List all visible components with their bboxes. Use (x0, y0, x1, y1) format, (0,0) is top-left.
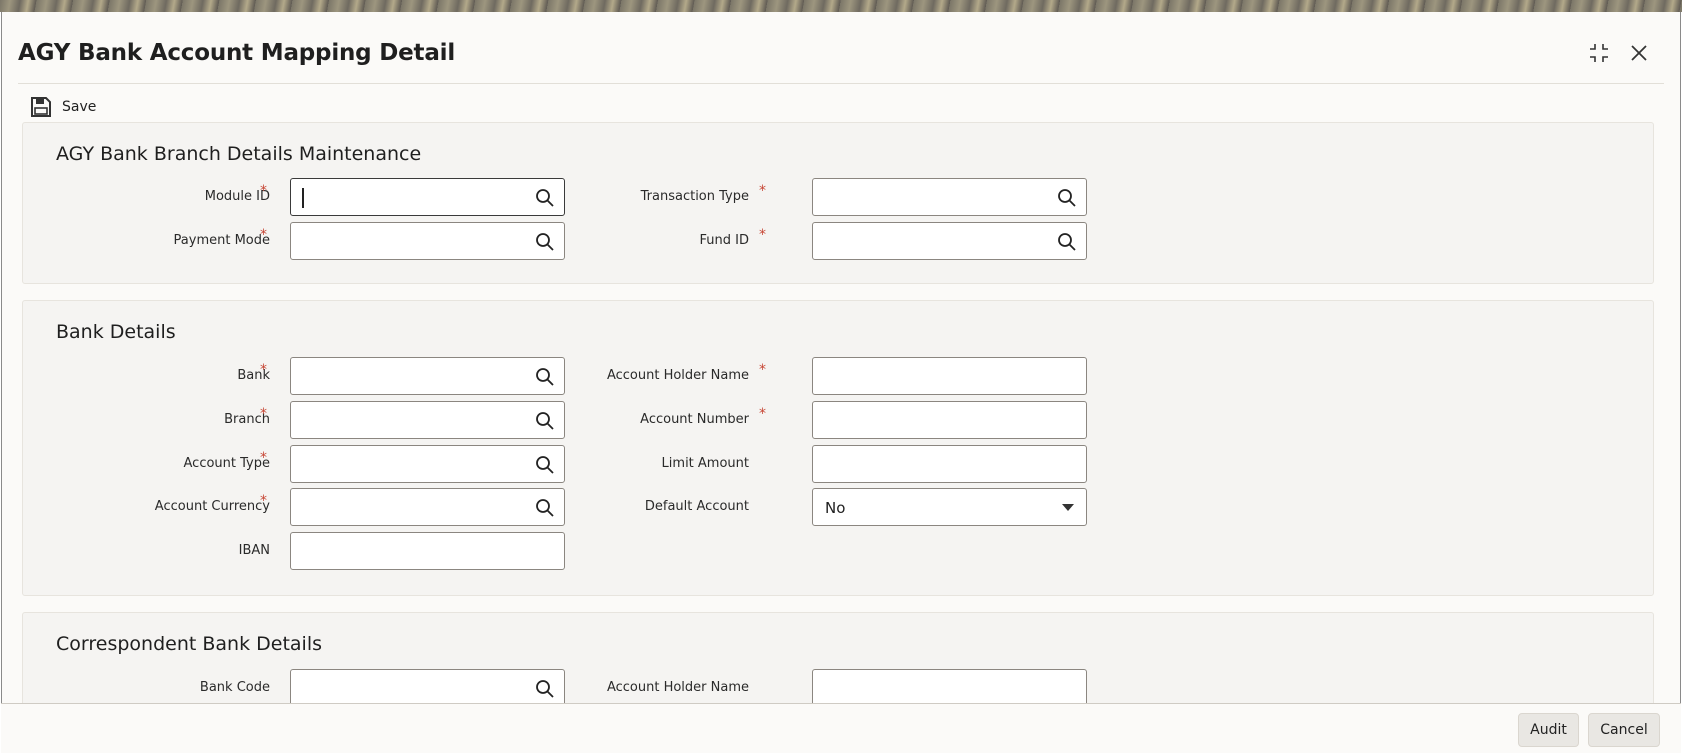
required-marker: * (759, 183, 766, 199)
account-holder-name-label: Account Holder Name (606, 368, 749, 383)
fund-id-input[interactable] (812, 222, 1087, 260)
account-type-input[interactable] (290, 445, 565, 483)
correspondent-account-holder-name-input[interactable] (812, 669, 1087, 707)
branch-details-panel: AGY Bank Branch Details Maintenance Modu… (22, 122, 1654, 284)
top-decorative-strip (0, 0, 1682, 12)
payment-mode-label: Payment Mode (173, 233, 270, 248)
search-icon[interactable] (1057, 232, 1077, 252)
section-title-branch: AGY Bank Branch Details Maintenance (56, 143, 422, 165)
account-type-label: Account Type (183, 456, 270, 471)
account-number-input[interactable] (812, 401, 1087, 439)
audit-button[interactable]: Audit (1518, 713, 1579, 747)
required-marker: * (759, 362, 766, 378)
dialog-window: AGY Bank Account Mapping Detail Save AGY… (1, 12, 1681, 752)
section-title-bank: Bank Details (56, 321, 176, 343)
required-marker: * (260, 227, 267, 243)
payment-mode-input[interactable] (290, 222, 565, 260)
correspondent-account-holder-name-label: Account Holder Name (606, 680, 749, 695)
collapse-icon[interactable] (1588, 42, 1610, 64)
required-marker: * (260, 450, 267, 466)
required-marker: * (260, 362, 267, 378)
account-currency-input[interactable] (290, 488, 565, 526)
transaction-type-input[interactable] (812, 178, 1087, 216)
close-icon[interactable] (1628, 42, 1650, 64)
account-holder-name-input[interactable] (812, 357, 1087, 395)
bank-details-panel: Bank Details Bank * Account Holder Name … (22, 300, 1654, 596)
title-divider (18, 83, 1664, 84)
title-bar-controls (1588, 42, 1650, 64)
branch-input[interactable] (290, 401, 565, 439)
bank-code-input[interactable] (290, 669, 565, 707)
text-caret (302, 188, 304, 208)
search-icon[interactable] (535, 188, 555, 208)
search-icon[interactable] (535, 232, 555, 252)
bank-input[interactable] (290, 357, 565, 395)
module-id-input[interactable] (290, 178, 565, 216)
footer-bar: Audit Cancel (1, 703, 1681, 753)
required-marker: * (759, 406, 766, 422)
cancel-button[interactable]: Cancel (1588, 713, 1660, 747)
bank-code-label: Bank Code (199, 680, 270, 695)
save-label: Save (62, 99, 97, 115)
account-currency-label: Account Currency (154, 499, 270, 514)
limit-amount-input[interactable] (812, 445, 1087, 483)
default-account-select[interactable]: No (812, 488, 1087, 526)
search-icon[interactable] (535, 455, 555, 475)
default-account-value: No (825, 499, 846, 517)
limit-amount-label: Limit Amount (661, 456, 749, 471)
dropdown-arrow-icon[interactable] (1062, 504, 1074, 511)
page-title: AGY Bank Account Mapping Detail (18, 40, 456, 66)
search-icon[interactable] (535, 367, 555, 387)
search-icon[interactable] (1057, 188, 1077, 208)
save-button[interactable]: Save (30, 96, 96, 118)
required-marker: * (260, 493, 267, 509)
required-marker: * (260, 183, 267, 199)
search-icon[interactable] (535, 411, 555, 431)
transaction-type-label: Transaction Type (640, 189, 749, 204)
required-marker: * (759, 227, 766, 243)
iban-label: IBAN (238, 543, 270, 558)
account-number-label: Account Number (640, 412, 749, 427)
section-title-correspondent: Correspondent Bank Details (56, 633, 322, 655)
required-marker: * (260, 406, 267, 422)
search-icon[interactable] (535, 679, 555, 699)
fund-id-label: Fund ID (699, 233, 749, 248)
save-disk-icon (31, 97, 51, 117)
search-icon[interactable] (535, 498, 555, 518)
iban-input[interactable] (290, 532, 565, 570)
default-account-label: Default Account (644, 499, 749, 514)
